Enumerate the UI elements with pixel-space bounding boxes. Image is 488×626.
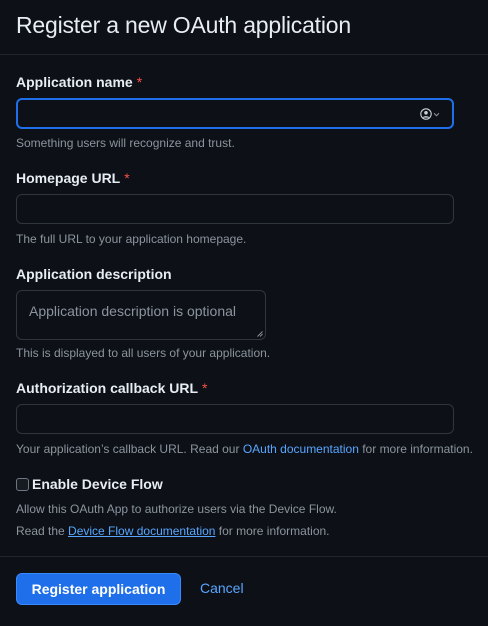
- device-flow-hint-suffix: for more information.: [215, 524, 330, 538]
- description-textarea[interactable]: Application description is optional: [16, 290, 266, 340]
- actions-divider: [0, 556, 488, 557]
- required-asterisk: *: [124, 170, 130, 186]
- app-name-hint: Something users will recognize and trust…: [16, 136, 235, 150]
- device-flow-checkbox[interactable]: [16, 478, 29, 491]
- homepage-url-input-wrapper[interactable]: [16, 194, 454, 224]
- cancel-link[interactable]: Cancel: [200, 580, 244, 596]
- register-application-button[interactable]: Register application: [16, 573, 181, 605]
- callback-url-input[interactable]: [17, 405, 453, 433]
- homepage-url-label-text: Homepage URL: [16, 170, 121, 186]
- app-name-input[interactable]: [18, 100, 452, 127]
- device-flow-label[interactable]: Enable Device Flow: [32, 476, 163, 492]
- homepage-url-input[interactable]: [17, 195, 453, 223]
- device-flow-hint-prefix: Read the: [16, 524, 69, 538]
- required-asterisk: *: [202, 380, 208, 396]
- device-flow-hint-line2: Read the Device Flow documentation for m…: [16, 524, 330, 538]
- callback-url-input-wrapper[interactable]: [16, 404, 454, 434]
- oauth-registration-page: Register a new OAuth application Applica…: [0, 0, 488, 626]
- chevron-down-icon: [433, 112, 440, 116]
- description-placeholder: Application description is optional: [29, 303, 237, 319]
- callback-url-hint: Your application’s callback URL. Read ou…: [16, 442, 473, 456]
- callback-hint-suffix: for more information.: [358, 442, 473, 456]
- person-circle-icon: [420, 108, 432, 120]
- homepage-url-hint: The full URL to your application homepag…: [16, 232, 247, 246]
- description-label: Application description: [16, 266, 172, 282]
- device-flow-documentation-link[interactable]: Device Flow documentation: [68, 524, 215, 538]
- callback-url-label: Authorization callback URL *: [16, 380, 207, 396]
- required-asterisk: *: [136, 74, 143, 90]
- oauth-documentation-link[interactable]: OAuth documentation: [243, 442, 359, 456]
- callback-url-label-text: Authorization callback URL: [16, 380, 199, 396]
- app-name-input-wrapper[interactable]: [16, 98, 454, 129]
- app-name-label: Application name *: [16, 74, 142, 90]
- resize-handle-icon[interactable]: [257, 331, 263, 337]
- page-title: Register a new OAuth application: [16, 12, 351, 38]
- autofill-button[interactable]: [420, 108, 440, 120]
- callback-hint-prefix: Your application’s callback URL. Read ou…: [16, 442, 243, 456]
- homepage-url-label: Homepage URL *: [16, 170, 130, 186]
- device-flow-hint-line1: Allow this OAuth App to authorize users …: [16, 502, 337, 516]
- app-name-label-text: Application name: [16, 74, 133, 90]
- description-hint: This is displayed to all users of your a…: [16, 346, 271, 360]
- header-divider: [0, 54, 488, 55]
